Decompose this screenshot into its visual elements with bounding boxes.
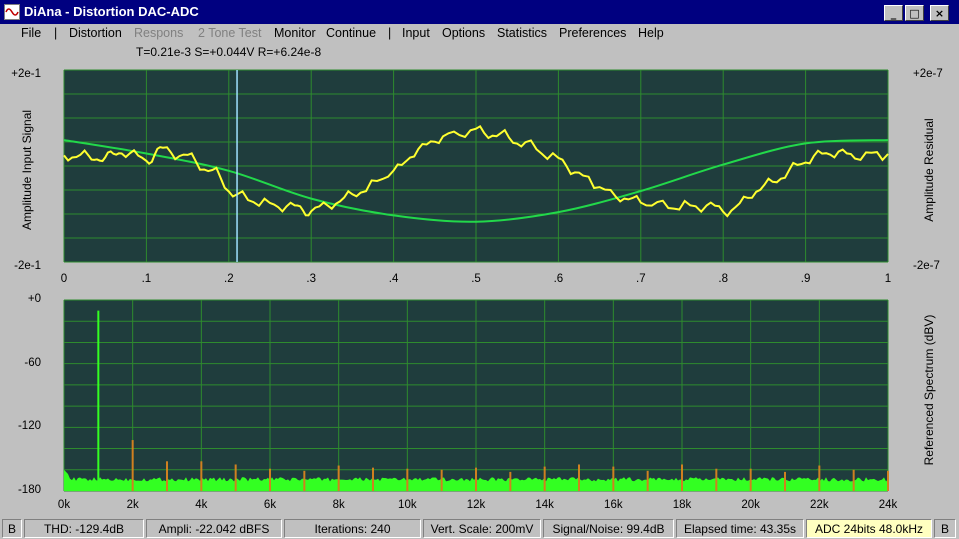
menu-preferences[interactable]: Preferences [559,26,626,40]
spectrum-y-tick: -60 [24,356,41,369]
menu-options[interactable]: Options [442,26,485,40]
status-adc-info: ADC 24bits 48.0kHz [806,519,932,538]
spectrum-plot[interactable] [56,292,900,497]
menu-continue[interactable]: Continue [326,26,376,40]
residual-y-min-label: -2e-7 [913,260,940,272]
menu-separator: | [388,26,392,40]
spectrum-y-tick: -120 [17,420,41,433]
spectrum-x-tick: 10k [398,499,417,511]
signal-y-min-label: -2e-1 [14,260,41,272]
residual-y-max-label: +2e-7 [913,68,943,80]
cursor-readout: T=0.21e-3 S=+0.044V R=+6.24e-8 [136,45,322,59]
signal-y-max-label: +2e-1 [11,68,41,80]
spectrum-x-tick: 4k [195,499,208,511]
signal-x-tick: .9 [800,273,811,285]
signal-y-axis-label: Amplitude Input Signal [20,109,34,231]
spectrum-y-axis-label: Referenced Spectrum (dBV) [922,314,936,466]
spectrum-x-tick: 12k [466,499,486,511]
signal-x-tick: 1 [884,273,892,285]
menu-respons[interactable]: Respons [134,26,183,40]
status-bar: B THD: -129.4dB Ampli: -22.042 dBFS Iter… [0,518,959,539]
spectrum-x-tick: 18k [672,499,692,511]
signal-x-tick: .7 [636,273,646,285]
window-title: DiAna - Distortion DAC-ADC [24,4,199,19]
spectrum-x-tick: 6k [263,499,277,511]
spectrum-x-tick: 20k [741,499,760,511]
status-signal-noise: Signal/Noise: 99.4dB [543,519,674,538]
minimize-button[interactable]: _ [884,5,903,21]
menu-distortion[interactable]: Distortion [69,26,122,40]
status-right-b[interactable]: B [934,519,956,538]
signal-x-tick: .2 [224,273,234,285]
status-ampli: Ampli: -22.042 dBFS [146,519,282,538]
spectrum-x-tick: 22k [810,499,829,511]
status-thd: THD: -129.4dB [24,519,144,538]
close-button[interactable]: × [930,5,949,21]
spectrum-x-tick: 16k [604,499,623,511]
status-vert-scale: Vert. Scale: 200mV [423,519,541,538]
signal-x-tick: 0 [60,273,68,285]
title-bar: DiAna - Distortion DAC-ADC _ □ × [0,0,959,24]
menu-help[interactable]: Help [638,26,664,40]
signal-plot[interactable] [56,62,900,268]
spectrum-y-tick: +0 [27,293,41,305]
status-left-b[interactable]: B [2,519,22,538]
maximize-button[interactable]: □ [905,5,924,21]
status-iterations: Iterations: 240 [284,519,421,538]
spectrum-x-tick: 8k [332,499,345,511]
menu-2-tone-test[interactable]: 2 Tone Test [198,26,261,40]
signal-x-tick: .3 [306,273,316,285]
signal-x-tick: .4 [388,273,399,285]
menu-monitor[interactable]: Monitor [274,26,316,40]
spectrum-x-tick: 2k [126,499,139,511]
status-elapsed-time: Elapsed time: 43.35s [676,519,804,538]
spectrum-y-tick: -180 [17,484,41,496]
signal-x-tick: .8 [718,273,728,285]
menu-input[interactable]: Input [402,26,430,40]
signal-x-tick: .5 [471,273,481,285]
spectrum-x-tick: 0k [57,499,71,511]
signal-x-tick: .1 [141,273,152,285]
app-icon[interactable] [4,4,20,20]
spectrum-x-tick: 14k [535,499,554,511]
menu-statistics[interactable]: Statistics [497,26,547,40]
menu-bar: File | Distortion Respons 2 Tone Test Mo… [0,24,959,44]
menu-file[interactable]: File [21,26,41,40]
residual-y-axis-label: Amplitude Residual [922,118,936,222]
signal-x-tick: .6 [553,273,564,285]
spectrum-x-tick: 24k [878,499,898,511]
menu-separator: | [54,26,58,40]
